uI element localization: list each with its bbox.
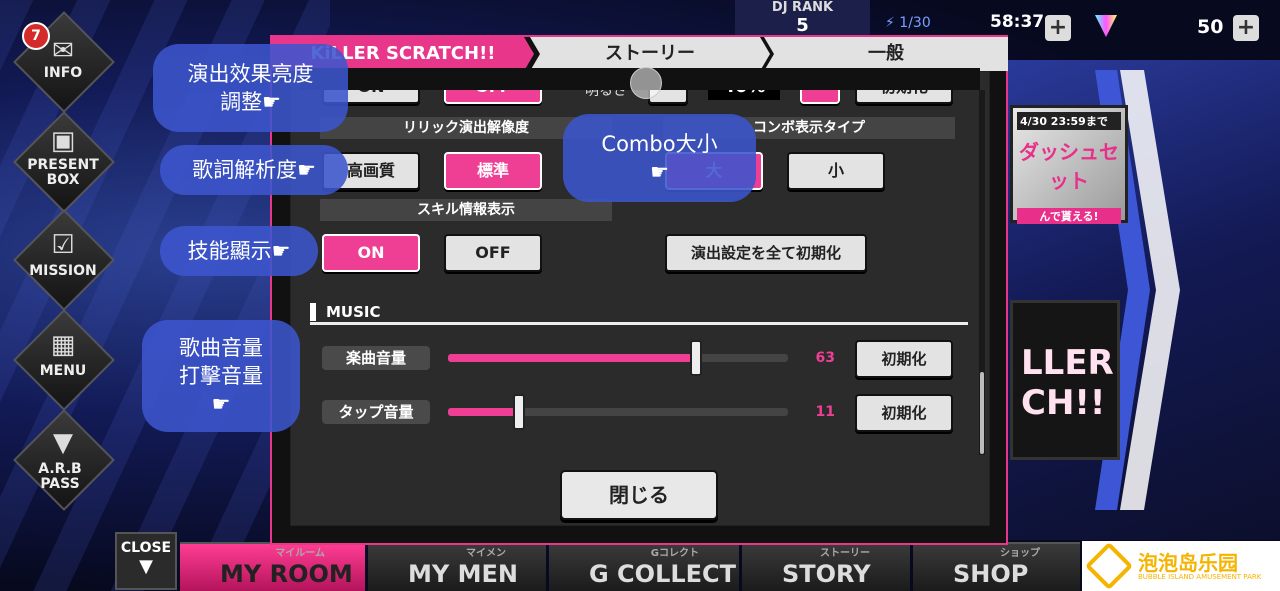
dj-rank-value: 5 (796, 15, 809, 36)
nav-label: MY MEN (408, 560, 518, 588)
info-button[interactable]: ✉ INFO 7 (13, 11, 115, 113)
event-poster[interactable]: LLER CH!! (1010, 300, 1120, 460)
nav-my-room[interactable]: MY ROOM マイルーム (180, 542, 365, 591)
close-dialog-button[interactable]: 閉じる (560, 470, 718, 520)
add-stamina-button[interactable]: + (1045, 15, 1071, 41)
stamina: ⚡ 1/30 (885, 15, 931, 31)
arb-pass-button[interactable]: ▼ A.R.B PASS (13, 409, 115, 511)
nav-sub-label: ショップ (1000, 548, 1040, 559)
note-skill-display: 技能顯示☛ (160, 226, 318, 276)
note-effect-brightness: 演出效果亮度 調整☛ (153, 44, 348, 132)
note-combo-size: Combo大小 ☛ (563, 114, 756, 202)
music-volume-fill (448, 354, 693, 362)
nav-sub-label: マイメン (466, 548, 506, 559)
gift-icon: ▣ (50, 126, 76, 156)
mission-label: MISSION (29, 263, 97, 279)
nav-sub-label: Gコレクト (650, 548, 699, 559)
info-label: INFO (43, 65, 83, 81)
settings-tabs: KiLLER SCRATCH!! ストーリー 一般 (272, 37, 1008, 71)
nav-sub-label: マイルーム (275, 548, 325, 559)
nav-story[interactable]: STORY ストーリー (742, 542, 910, 591)
nav-sub-label: ストーリー (820, 548, 870, 559)
event-banner[interactable]: 4/30 23:59まで ダッシュセット んで貰える! (1010, 105, 1128, 224)
touch-cursor (630, 67, 662, 99)
reset-all-effects-button[interactable]: 演出設定を全て初期化 (665, 234, 867, 272)
music-volume-slider[interactable] (448, 340, 788, 376)
bubble-island-logo-icon (1084, 541, 1134, 591)
banner-title: ダッシュセット (1019, 140, 1119, 193)
close-nav-label: CLOSE (120, 540, 172, 556)
note-volume: 歌曲音量 打擊音量 ☛ (142, 320, 300, 432)
tab-story[interactable]: ストーリー (530, 37, 770, 71)
close-nav-button[interactable]: CLOSE ▼ (115, 532, 177, 590)
settings-dialog: KiLLER SCRATCH!! ストーリー 一般 (270, 35, 1008, 545)
watermark-subtitle: BUBBLE ISLAND AMUSEMENT PARK (1138, 573, 1262, 581)
present-box-label: PRESENT BOX (27, 157, 99, 188)
banner-footer: んで貰える! (1017, 208, 1121, 224)
chevron-down-icon: ▼ (139, 556, 153, 577)
music-volume-handle[interactable] (690, 340, 703, 376)
lyric-standard-button[interactable]: 標準 (444, 152, 542, 190)
tap-volume-fill (448, 408, 516, 416)
tap-volume-slider[interactable] (448, 394, 788, 430)
arb-frame (13, 409, 115, 511)
poster-text: LLER CH!! (1021, 343, 1114, 423)
menu-button[interactable]: ▦ MENU (13, 309, 115, 411)
gem-icon (1095, 15, 1117, 37)
nav-my-men[interactable]: MY MEN マイメン (368, 542, 546, 591)
mission-button[interactable]: ☑ MISSION (13, 209, 115, 311)
nav-label: STORY (782, 560, 871, 588)
nav-label: MY ROOM (220, 560, 353, 588)
music-volume-reset-button[interactable]: 初期化 (855, 340, 953, 378)
tap-volume-label: タップ音量 (322, 400, 430, 424)
skill-on-button[interactable]: ON (322, 234, 420, 272)
checkbox-icon: ☑ (51, 230, 75, 260)
tap-volume-value: 11 (815, 404, 835, 420)
arb-pass-label: A.R.B PASS (38, 461, 82, 492)
nav-label: G COLLECT (589, 560, 737, 588)
music-section-title: MUSIC (310, 303, 968, 325)
nav-g-collect[interactable]: G COLLECT Gコレクト (549, 542, 739, 591)
note-lyric-resolution: 歌詞解析度☛ (160, 145, 348, 195)
music-volume-label: 楽曲音量 (322, 346, 430, 370)
lightning-icon: ⚡ (885, 15, 895, 31)
tap-volume-handle[interactable] (513, 394, 526, 430)
watermark-title: 泡泡岛乐园 (1138, 551, 1238, 575)
mission-frame (13, 209, 115, 311)
stamina-timer: 58:37 (990, 12, 1045, 32)
nav-shop[interactable]: SHOP ショップ (913, 542, 1080, 591)
skill-section-label: スキル情報表示 (320, 199, 612, 221)
add-gems-button[interactable]: + (1233, 15, 1259, 41)
menu-label: MENU (39, 363, 87, 379)
info-badge: 7 (22, 22, 50, 50)
combo-small-button[interactable]: 小 (787, 152, 885, 190)
present-box-button[interactable]: ▣ PRESENT BOX (13, 111, 115, 213)
nav-label: SHOP (953, 560, 1029, 588)
music-volume-value: 63 (815, 350, 835, 366)
tab-general[interactable]: 一般 (764, 37, 1008, 71)
banner-date: 4/30 23:59まで (1017, 112, 1121, 130)
skill-off-button[interactable]: OFF (444, 234, 542, 272)
dj-rank-label: DJ RANK (771, 0, 834, 15)
gem-count: 50 (1197, 16, 1224, 38)
settings-scroll-thumb[interactable] (980, 372, 984, 454)
pass-icon: ▼ (53, 428, 73, 458)
watermark: 泡泡岛乐园 BUBBLE ISLAND AMUSEMENT PARK (1082, 541, 1280, 591)
tap-volume-reset-button[interactable]: 初期化 (855, 394, 953, 432)
grid-icon: ▦ (50, 330, 76, 360)
menu-frame (13, 309, 115, 411)
stamina-value: 1/30 (899, 15, 931, 31)
